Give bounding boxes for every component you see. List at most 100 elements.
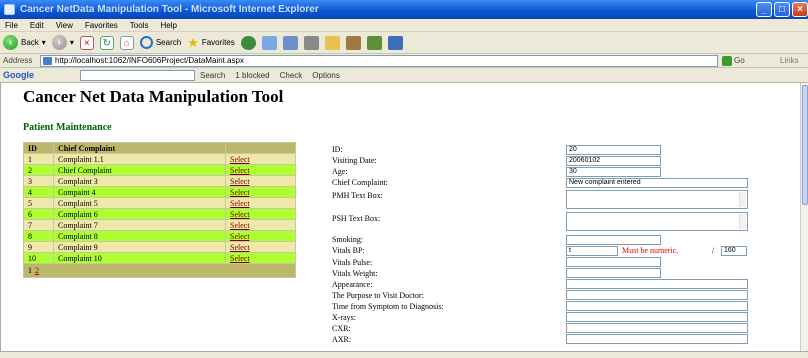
age-field[interactable]: 30	[566, 167, 661, 177]
vitals-pulse-field[interactable]	[566, 257, 661, 267]
xrays-label: X-rays:	[332, 313, 356, 322]
axr-label: AXR:	[332, 335, 352, 344]
table-row: 6 Complaint 6 Select	[23, 208, 296, 220]
visiting-date-field[interactable]: 20060102	[566, 156, 661, 166]
research-icon[interactable]	[345, 35, 361, 50]
purpose-field[interactable]	[566, 290, 748, 300]
menu-help[interactable]: Help	[160, 19, 176, 31]
menu-tools[interactable]: Tools	[130, 19, 149, 31]
row-complaint: Complaint 1.1	[53, 153, 226, 165]
table-row: 8 Complaint 8 Select	[23, 230, 296, 242]
row-complaint: Complaint 9	[53, 241, 226, 253]
window-title: Cancer NetData Manipulation Tool - Micro…	[20, 4, 319, 15]
google-options-button[interactable]: Options	[312, 71, 340, 80]
stop-icon[interactable]: ×	[79, 35, 94, 50]
id-label: ID:	[332, 145, 343, 154]
row-id: 5	[23, 197, 54, 209]
table-row: 3 Complaint 3 Select	[23, 175, 296, 187]
select-link[interactable]: Select	[225, 175, 296, 187]
back-button[interactable]: ‹ Back ▾	[3, 35, 46, 50]
select-link[interactable]: Select	[225, 197, 296, 209]
patient-grid: ID Chief Complaint 1 Complaint 1.1 Select …	[23, 142, 296, 278]
row-id: 3	[23, 175, 54, 187]
favorites-button[interactable]: ★ Favorites	[187, 36, 235, 49]
id-field[interactable]: 20	[566, 145, 661, 155]
table-row: 7 Complaint 7 Select	[23, 219, 296, 231]
spell-check-button[interactable]: Check	[280, 71, 303, 80]
axr-field[interactable]	[566, 334, 748, 344]
search-label: Search	[155, 38, 182, 47]
xrays-field[interactable]	[566, 312, 748, 322]
google-search-input[interactable]	[80, 70, 195, 81]
appearance-field[interactable]	[566, 279, 748, 289]
search-icon	[139, 36, 153, 49]
address-input[interactable]: http://localhost:1062/INFO606Project/Dat…	[40, 55, 718, 67]
pager-page-link[interactable]: 2	[35, 266, 39, 275]
vitals-bp-diastolic-field[interactable]: 160	[721, 246, 747, 256]
menu-file[interactable]: File	[5, 19, 18, 31]
row-complaint: Complaint 7	[53, 219, 226, 231]
row-id: 1	[23, 153, 54, 165]
ie-icon	[4, 4, 15, 15]
folder-icon[interactable]	[324, 35, 340, 50]
psh-textbox[interactable]	[566, 212, 748, 231]
select-link[interactable]: Select	[225, 219, 296, 231]
select-link[interactable]: Select	[225, 186, 296, 198]
mail-icon[interactable]	[282, 35, 298, 50]
row-complaint: Compaint 4	[53, 186, 226, 198]
windows-flag-icon[interactable]	[387, 35, 403, 50]
cxr-field[interactable]	[566, 323, 748, 333]
table-row: 9 Complaint 9 Select	[23, 241, 296, 253]
chevron-down-icon: ▾	[69, 38, 74, 47]
menu-favorites[interactable]: Favorites	[85, 19, 118, 31]
close-button[interactable]: ×	[792, 2, 808, 17]
forward-button[interactable]: › ▾	[51, 35, 74, 50]
print-icon[interactable]	[303, 35, 319, 50]
select-link[interactable]: Select	[225, 230, 296, 242]
row-id: 4	[23, 186, 54, 198]
age-label: Age:	[332, 167, 348, 176]
select-link[interactable]: Select	[225, 252, 296, 264]
grid-header-complaint: Chief Complaint	[53, 142, 226, 154]
grid-header-action	[225, 142, 296, 154]
smoking-field[interactable]	[566, 235, 661, 245]
page-title: Cancer Net Data Manipulation Tool	[23, 87, 284, 106]
menu-edit[interactable]: Edit	[30, 19, 44, 31]
star-icon: ★	[187, 35, 199, 50]
row-complaint: Complaint 8	[53, 230, 226, 242]
window-titlebar: Cancer NetData Manipulation Tool - Micro…	[0, 0, 808, 19]
media-icon[interactable]	[240, 35, 256, 50]
select-link[interactable]: Select	[225, 208, 296, 220]
select-link[interactable]: Select	[225, 241, 296, 253]
chief-complaint-field[interactable]: New complaint entered	[566, 178, 748, 188]
menu-view[interactable]: View	[56, 19, 73, 31]
messenger-icon[interactable]	[366, 35, 382, 50]
links-button[interactable]: Links	[780, 55, 799, 67]
popup-blocked-count[interactable]: 1 blocked	[235, 71, 269, 80]
purpose-label: The Purpose to Visit Doctor:	[332, 291, 424, 300]
select-link[interactable]: Select	[225, 164, 296, 176]
minimize-button[interactable]: _	[756, 2, 772, 17]
grid-header-id: ID	[23, 142, 54, 154]
pmh-textbox[interactable]	[566, 190, 748, 209]
vertical-scrollbar[interactable]	[800, 83, 808, 351]
history-icon[interactable]	[261, 35, 277, 50]
row-id: 2	[23, 164, 54, 176]
table-row: 2 Chief Complaint Select	[23, 164, 296, 176]
vitals-bp-systolic-field[interactable]: t	[566, 246, 618, 256]
search-button[interactable]: Search	[139, 36, 182, 49]
home-icon[interactable]: ⌂	[119, 35, 134, 50]
google-logo[interactable]: Google	[0, 70, 40, 80]
google-toolbar-items: Search 1 blocked Check Options	[200, 68, 340, 83]
chief-complaint-label: Chief Complaint:	[332, 178, 388, 187]
google-search-button[interactable]: Search	[200, 71, 225, 80]
vitals-weight-field[interactable]	[566, 268, 661, 278]
go-button[interactable]: Go	[722, 55, 745, 67]
scrollbar-thumb[interactable]	[802, 85, 808, 205]
refresh-icon[interactable]: ↻	[99, 35, 114, 50]
row-id: 6	[23, 208, 54, 220]
vitals-pulse-label: Vitals Pulse:	[332, 258, 373, 267]
maximize-button[interactable]: □	[774, 2, 790, 17]
time-to-diagnosis-field[interactable]	[566, 301, 748, 311]
select-link[interactable]: Select	[225, 153, 296, 165]
